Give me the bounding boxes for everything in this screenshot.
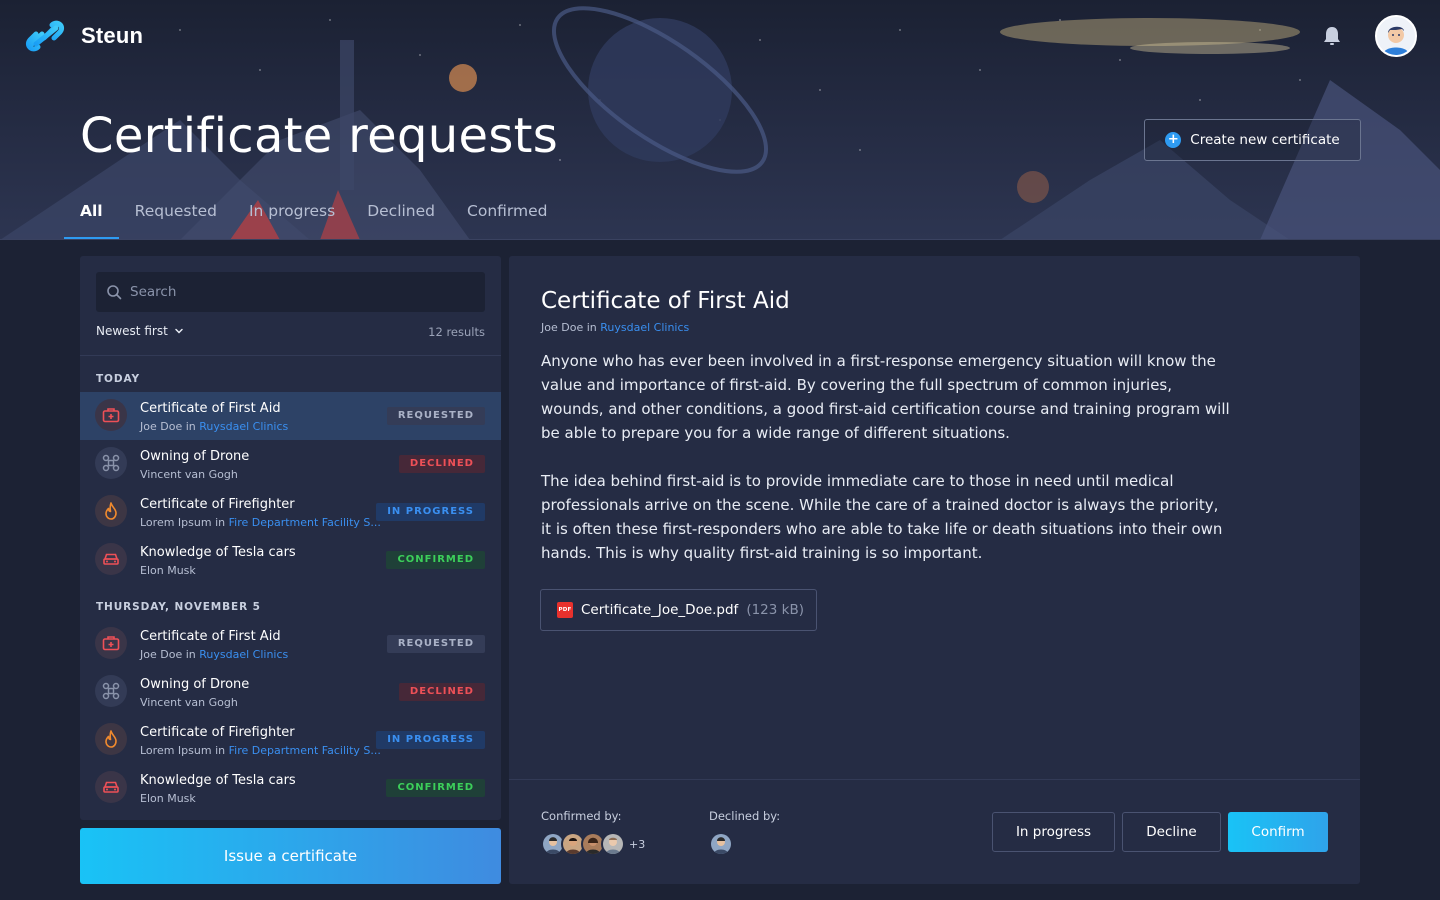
decline-button[interactable]: Decline	[1122, 812, 1221, 852]
declined-by-avatars[interactable]	[709, 832, 733, 856]
attachment-file[interactable]: PDF Certificate_Joe_Doe.pdf (123 kB)	[540, 589, 817, 631]
request-list-panel: Newest first 12 results TODAY Certificat…	[80, 256, 501, 820]
user-face-icon	[1377, 17, 1415, 55]
sort-label: Newest first	[96, 324, 168, 338]
item-subtitle: Lorem Ipsum in Fire Department Facility …	[140, 744, 381, 757]
list-item[interactable]: Owning of Drone Vincent van Gogh DECLINE…	[80, 440, 501, 488]
list-item[interactable]: Knowledge of Tesla cars Elon Musk CONFIR…	[80, 536, 501, 584]
hero-header: Steun Certificate requests + Create new …	[0, 0, 1440, 240]
confirmed-by-avatars[interactable]: +3	[541, 832, 645, 856]
results-count: 12 results	[428, 325, 485, 339]
first-aid-kit-icon	[95, 627, 127, 659]
car-icon	[95, 771, 127, 803]
tab-confirmed[interactable]: Confirmed	[451, 196, 563, 239]
brand-logo[interactable]: Steun	[24, 20, 143, 52]
item-title: Certificate of Firefighter	[140, 497, 295, 512]
avatar	[709, 832, 733, 856]
item-subtitle: Vincent van Gogh	[140, 696, 238, 709]
status-badge: REQUESTED	[386, 407, 485, 425]
list-item[interactable]: Certificate of Firefighter Lorem Ipsum i…	[80, 716, 501, 764]
tab-in-progress[interactable]: In progress	[233, 196, 351, 239]
status-badge: REQUESTED	[386, 635, 485, 653]
status-badge: CONFIRMED	[386, 551, 485, 569]
item-subtitle: Lorem Ipsum in Fire Department Facility …	[140, 516, 381, 529]
file-size: (123 kB)	[746, 602, 804, 618]
flame-icon	[95, 723, 127, 755]
item-subtitle: Elon Musk	[140, 564, 196, 577]
list-divider	[80, 355, 501, 356]
search-icon	[107, 285, 122, 300]
detail-paragraph-1: Anyone who has ever been involved in a f…	[541, 352, 1230, 442]
brand-name: Steun	[81, 23, 144, 48]
item-subtitle: Joe Doe in Ruysdael Clinics	[140, 648, 289, 661]
item-place-link[interactable]: Ruysdael Clinics	[199, 648, 288, 661]
link-logo-icon	[25, 20, 65, 52]
more-avatars-count: +3	[629, 837, 646, 851]
plus-icon: +	[1165, 132, 1182, 148]
item-title: Owning of Drone	[140, 449, 250, 464]
pdf-file-icon: PDF	[557, 602, 573, 618]
group-label-today: TODAY	[96, 373, 141, 385]
item-subtitle: Vincent van Gogh	[140, 468, 238, 481]
detail-paragraph-2: The idea behind first-aid is to provide …	[541, 472, 1223, 562]
status-tabs: All Requested In progress Declined Confi…	[64, 196, 563, 239]
item-place-link[interactable]: Fire Department Facility S...	[229, 516, 381, 529]
first-aid-kit-icon	[95, 399, 127, 431]
item-subtitle: Elon Musk	[140, 792, 196, 805]
item-title: Certificate of Firefighter	[140, 725, 295, 740]
status-badge: IN PROGRESS	[376, 731, 485, 749]
chevron-down-icon	[175, 328, 183, 334]
list-item[interactable]: Certificate of Firefighter Lorem Ipsum i…	[80, 488, 501, 536]
file-name: Certificate_Joe_Doe.pdf	[581, 602, 739, 618]
list-item[interactable]: Owning of Drone Vincent van Gogh DECLINE…	[80, 668, 501, 716]
create-new-certificate-label: Create new certificate	[1190, 132, 1340, 148]
detail-place-link[interactable]: Ruysdael Clinics	[600, 321, 689, 334]
detail-divider	[509, 779, 1360, 780]
page-title: Certificate requests	[80, 108, 559, 164]
search-input[interactable]	[130, 284, 460, 300]
tab-requested[interactable]: Requested	[119, 196, 233, 239]
flame-icon	[95, 495, 127, 527]
status-badge: IN PROGRESS	[376, 503, 485, 521]
search-box[interactable]	[96, 272, 485, 312]
drone-icon	[95, 447, 127, 479]
avatar	[601, 832, 625, 856]
status-badge: CONFIRMED	[386, 779, 485, 797]
item-title: Knowledge of Tesla cars	[140, 545, 296, 560]
tab-all[interactable]: All	[64, 196, 119, 239]
list-item[interactable]: Certificate of First Aid Joe Doe in Ruys…	[80, 620, 501, 668]
item-place-link[interactable]: Ruysdael Clinics	[199, 420, 288, 433]
status-badge: DECLINED	[398, 455, 485, 473]
item-title: Knowledge of Tesla cars	[140, 773, 296, 788]
list-item[interactable]: Knowledge of Tesla cars Elon Musk CONFIR…	[80, 764, 501, 812]
declined-by-label: Declined by:	[709, 809, 781, 823]
detail-subtitle: Joe Doe in Ruysdael Clinics	[541, 321, 690, 334]
create-new-certificate-button[interactable]: + Create new certificate	[1144, 119, 1361, 161]
confirm-button[interactable]: Confirm	[1228, 812, 1328, 852]
tab-declined[interactable]: Declined	[351, 196, 451, 239]
notification-bell-icon[interactable]	[1320, 24, 1344, 48]
item-title: Certificate of First Aid	[140, 401, 281, 416]
in-progress-button[interactable]: In progress	[992, 812, 1115, 852]
item-place-link[interactable]: Fire Department Facility S...	[229, 744, 381, 757]
list-item[interactable]: Certificate of First Aid Joe Doe in Ruys…	[80, 392, 501, 440]
drone-icon	[95, 675, 127, 707]
item-subtitle: Joe Doe in Ruysdael Clinics	[140, 420, 289, 433]
item-title: Certificate of First Aid	[140, 629, 281, 644]
certificate-detail-panel: Certificate of First Aid Joe Doe in Ruys…	[509, 256, 1360, 884]
detail-title: Certificate of First Aid	[541, 288, 790, 314]
confirmed-by-label: Confirmed by:	[541, 809, 622, 823]
group-label-date: THURSDAY, NOVEMBER 5	[96, 601, 261, 613]
car-icon	[95, 543, 127, 575]
issue-certificate-button[interactable]: Issue a certificate	[80, 828, 501, 884]
sort-dropdown[interactable]: Newest first	[96, 324, 184, 338]
item-title: Owning of Drone	[140, 677, 250, 692]
user-avatar[interactable]	[1375, 15, 1417, 57]
status-badge: DECLINED	[398, 683, 485, 701]
